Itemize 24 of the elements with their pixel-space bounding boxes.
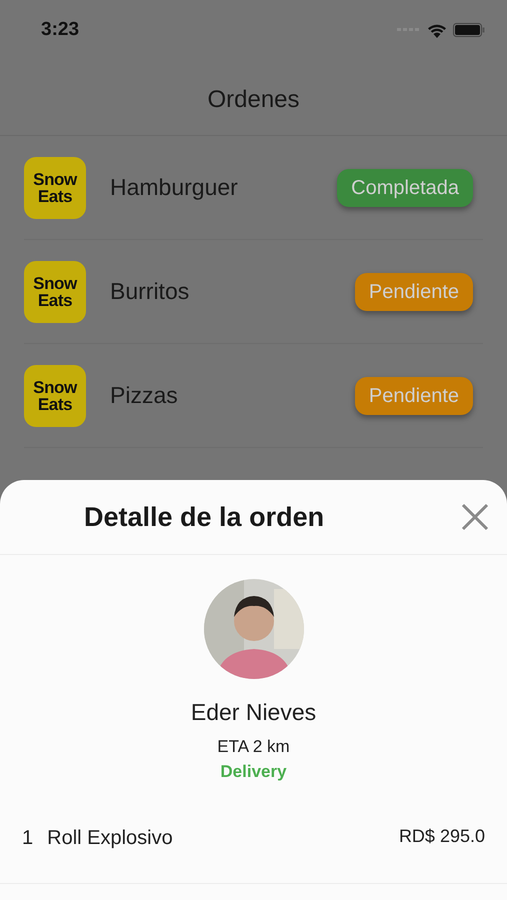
order-row[interactable]: Snow Eats Hamburguer Completada	[24, 136, 483, 240]
item-quantity: 1	[22, 826, 34, 850]
wifi-icon	[427, 22, 447, 38]
close-button[interactable]	[459, 501, 491, 533]
order-name: Pizzas	[110, 381, 178, 410]
logo: Snow Eats	[24, 364, 86, 426]
item-name: Roll Explosivo	[47, 826, 173, 850]
order-name: Burritos	[110, 277, 190, 306]
courier-name: Eder Nieves	[190, 698, 316, 727]
status-badge: Pendiente	[354, 272, 473, 310]
battery-icon	[453, 23, 485, 37]
delivery-label: Delivery	[220, 761, 287, 783]
order-row[interactable]: Snow Eats Pizzas Pendiente	[24, 344, 483, 448]
status-time: 3:23	[41, 18, 80, 42]
logo: Snow Eats	[24, 260, 86, 322]
order-name: Hamburguer	[110, 173, 238, 202]
logo: Snow Eats	[24, 156, 86, 218]
item-price: RD$ 295.0	[398, 824, 485, 848]
status-badge: Completada	[337, 168, 473, 206]
sheet-title: Detalle de la orden	[84, 500, 324, 534]
status-badge: Pendiente	[354, 376, 473, 414]
page-title: Ordenes	[207, 84, 300, 114]
eta-text: ETA 2 km	[217, 736, 290, 758]
order-row[interactable]: Snow Eats Burritos Pendiente	[24, 240, 483, 344]
